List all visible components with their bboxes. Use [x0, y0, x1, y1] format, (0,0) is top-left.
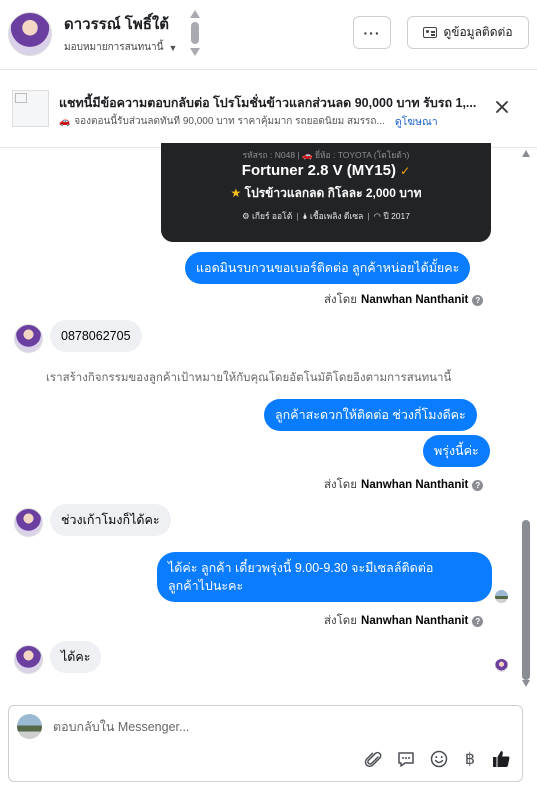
card-spec-fuel: 🌢 เชื้อเพลิง ดีเซล: [302, 211, 364, 221]
header-scrollbar[interactable]: [189, 10, 201, 58]
check-badge-icon: ✓: [400, 164, 411, 178]
card-specs: ⚙ เกียร์ ออโต้ | 🌢 เชื้อเพลิง ดีเซล | ◠ ปี 2…: [241, 211, 410, 221]
message-line: ได้ค่ะ ลูกค้า เดี๋ยวพรุ่งนี้ 9.00-9.30 จ…: [168, 561, 434, 575]
ad-referral-banner: แชทนี้มีข้อความตอบกลับต่อ โปรโมชั่นข้าวแ…: [0, 70, 537, 148]
system-notice: เราสร้างกิจกรรมของลูกค้าเป้าหมายให้กับคุ…: [46, 372, 452, 384]
sent-by-label: ส่งโดย Nanwhan Nanthanit ?: [324, 612, 484, 630]
assign-label: มอบหมายการสนทนานี้: [64, 42, 164, 53]
card-spec-year: ◠ ปี 2017: [373, 211, 410, 221]
message-outgoing[interactable]: พรุ่งนี้ค่ะ: [423, 435, 490, 467]
more-options-button[interactable]: ···: [353, 16, 391, 49]
message-incoming[interactable]: ได้คะ: [50, 641, 102, 673]
sent-by-prefix: ส่งโดย: [324, 615, 358, 627]
view-contact-label: ดูข้อมูลติดต่อ: [443, 25, 513, 39]
scroll-up-arrow-icon[interactable]: [190, 10, 200, 18]
view-ad-link[interactable]: ดูโฆษณา: [395, 113, 438, 130]
scroll-thumb[interactable]: [522, 520, 530, 680]
message-incoming[interactable]: 0878062705: [50, 320, 142, 352]
sent-by-label: ส่งโดย Nanwhan Nanthanit ?: [324, 291, 484, 309]
help-icon[interactable]: ?: [472, 294, 484, 306]
page-avatar: [17, 714, 42, 739]
card-spec-gear: ⚙ เกียร์ ออโต้: [241, 211, 293, 221]
paperclip-icon[interactable]: [363, 749, 383, 769]
scroll-thumb[interactable]: [191, 22, 199, 44]
card-model-text: Fortuner 2.8 V (MY15): [241, 162, 396, 179]
assign-conversation-dropdown[interactable]: มอบหมายการสนทนานี้ ▼: [64, 40, 177, 55]
reply-composer: ฿: [8, 705, 523, 782]
sent-by-prefix: ส่งโดย: [324, 479, 358, 491]
sent-by-prefix: ส่งโดย: [324, 294, 358, 306]
sender-name: Nanwhan Nanthanit: [361, 615, 469, 627]
message-outgoing[interactable]: ได้ค่ะ ลูกค้า เดี๋ยวพรุ่งนี้ 9.00-9.30 จ…: [157, 552, 492, 602]
conversation-header: ดาวรรณ์ โพธิ์ใต้ มอบหมายการสนทนานี้ ▼ ··…: [0, 0, 537, 70]
caret-down-icon: ▼: [168, 42, 178, 53]
speech-bubble-icon[interactable]: [396, 749, 416, 769]
sender-name: Nanwhan Nanthanit: [361, 479, 469, 491]
contact-avatar-small[interactable]: [14, 508, 43, 537]
card-promo-text: โปรข้าวแลกลด กิโลละ 2,000 บาท: [244, 186, 422, 200]
card-vehicle-meta: รหัสรถ : N048 | 🚗 ยี่ห้อ : TOYOTA (โตโยต…: [242, 150, 410, 160]
scroll-up-arrow-icon[interactable]: [522, 150, 530, 157]
vehicle-promo-card[interactable]: รหัสรถ : N048 | 🚗 ยี่ห้อ : TOYOTA (โตโยต…: [161, 143, 491, 242]
scroll-down-arrow-icon[interactable]: [522, 680, 530, 687]
sent-by-label: ส่งโดย Nanwhan Nanthanit ?: [324, 476, 484, 494]
ad-description-row: 🚗 จองตอนนี้รับส่วนลดทันที 90,000 บาท ราค…: [59, 113, 438, 130]
smiley-icon[interactable]: [429, 749, 449, 769]
read-receipt-avatar: [495, 590, 508, 603]
ad-description: จองตอนนี้รับส่วนลดทันที 90,000 บาท ราคาค…: [74, 116, 385, 127]
contact-name[interactable]: ดาวรรณ์ โพธิ์ใต้: [64, 12, 169, 36]
baht-icon[interactable]: ฿: [460, 749, 480, 769]
help-icon[interactable]: ?: [472, 615, 484, 627]
ad-thumbnail-image[interactable]: [12, 90, 49, 127]
sender-name: Nanwhan Nanthanit: [361, 294, 469, 306]
card-promo-line: ★ โปรข้าวแลกลด กิโลละ 2,000 บาท: [161, 184, 491, 203]
contact-avatar-small[interactable]: [14, 324, 43, 353]
conversation-scrollbar[interactable]: [521, 150, 531, 690]
close-icon[interactable]: [494, 99, 510, 115]
message-outgoing[interactable]: แอดมินรบกวนขอเบอร์ติดต่อ ลูกค้าหน่อยได้ม…: [185, 252, 471, 284]
reply-input[interactable]: [53, 718, 503, 736]
red-car-icon: 🚗: [59, 116, 71, 126]
read-receipt-avatar: [495, 659, 508, 672]
scroll-down-arrow-icon[interactable]: [190, 48, 200, 56]
message-outgoing[interactable]: ลูกค้าสะดวกให้ติดต่อ ช่วงกี่โมงดีคะ: [264, 399, 477, 431]
contact-avatar[interactable]: [8, 12, 52, 56]
contact-card-icon: [423, 27, 438, 38]
thumbs-up-icon[interactable]: [491, 749, 511, 769]
view-contact-button[interactable]: ดูข้อมูลติดต่อ: [407, 16, 529, 49]
contact-avatar-small[interactable]: [14, 645, 43, 674]
help-icon[interactable]: ?: [472, 479, 484, 491]
message-incoming[interactable]: ช่วงเก้าโมงก็ได้คะ: [50, 504, 171, 536]
message-line: ลูกค้าไปนะคะ: [168, 579, 244, 593]
star-icon: ★: [230, 186, 242, 200]
ad-title: แชทนี้มีข้อความตอบกลับต่อ โปรโมชั่นข้าวแ…: [59, 96, 477, 110]
card-vehicle-model: Fortuner 2.8 V (MY15) ✓: [161, 162, 491, 179]
